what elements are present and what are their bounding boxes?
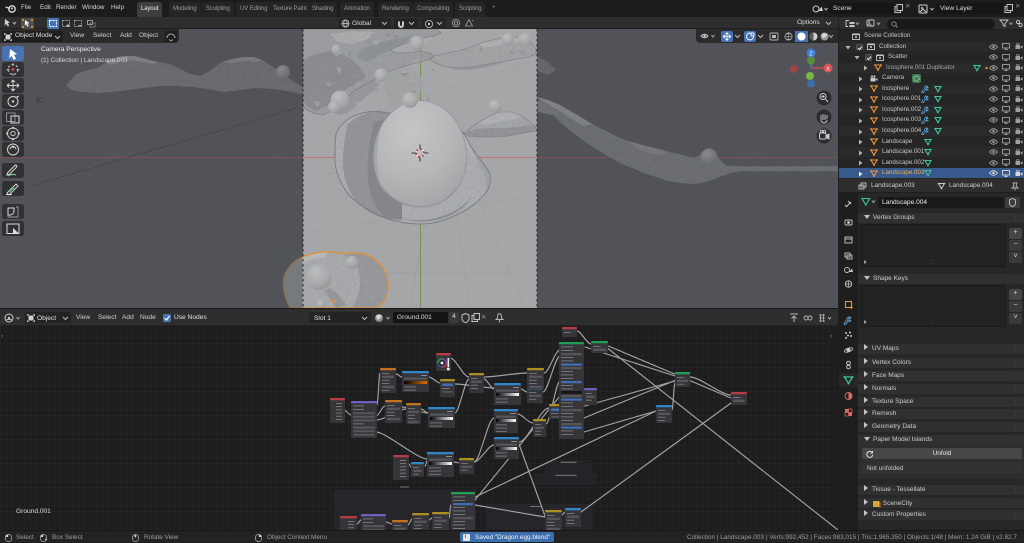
svg-text:Camera Perspective: Camera Perspective: [41, 46, 101, 53]
svg-text:X: X: [826, 66, 830, 72]
svg-text:(1) Collection | Landscape.003: (1) Collection | Landscape.003: [41, 57, 128, 64]
